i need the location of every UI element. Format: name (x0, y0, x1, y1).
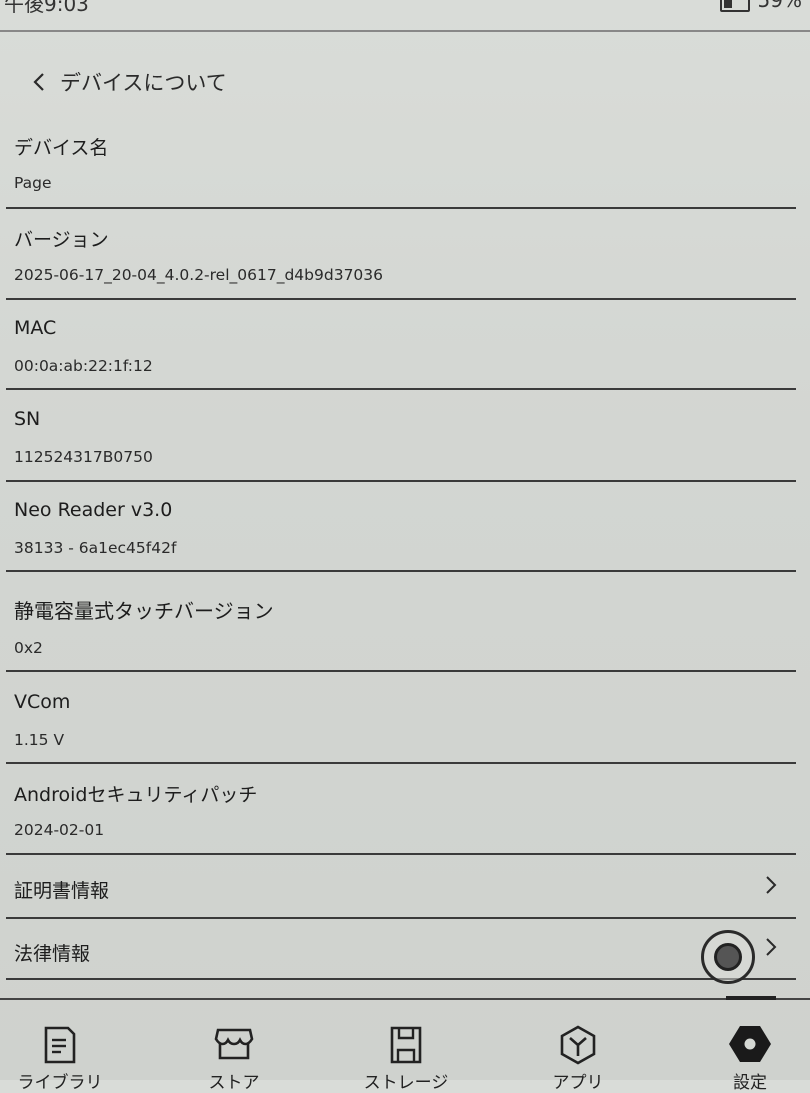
library-icon (44, 1026, 76, 1064)
divider (6, 762, 796, 764)
info-value: 0x2 (14, 639, 43, 657)
info-label: SN (14, 408, 41, 430)
page-header: デバイスについて (20, 62, 227, 102)
info-value: 2025-06-17_20-04_4.0.2-rel_0617_d4b9d370… (14, 266, 384, 284)
link-label: 法律情報 (14, 943, 91, 965)
info-label: Androidセキュリティパッチ (14, 784, 258, 806)
divider (6, 570, 796, 572)
info-row-sn: SN 112524317B0750 (0, 402, 796, 484)
info-label: Neo Reader v3.0 (14, 499, 173, 521)
info-value: 00:0a:ab:22:1f:12 (14, 357, 153, 375)
store-icon (214, 1028, 254, 1060)
info-row-vcom: VCom 1.15 V (0, 685, 796, 767)
info-row-mac: MAC 00:0a:ab:22:1f:12 (0, 311, 796, 393)
divider (6, 298, 796, 300)
info-row-version: バージョン 2025-06-17_20-04_4.0.2-rel_0617_d4… (0, 220, 796, 302)
info-value: 112524317B0750 (14, 448, 153, 466)
chevron-right-icon (766, 876, 777, 894)
chevron-right-icon (766, 938, 777, 956)
link-label: 証明書情報 (14, 880, 110, 902)
nav-library[interactable]: ライブラリ (0, 1000, 120, 1093)
page-title: デバイスについて (60, 71, 227, 95)
nav-label: 設定 (733, 1073, 767, 1093)
divider (6, 388, 796, 390)
info-row-touch-version: 静電容量式タッチバージョン 0x2 (0, 590, 796, 674)
divider (6, 917, 796, 919)
divider (6, 978, 796, 980)
divider (6, 853, 796, 855)
back-arrow-icon[interactable] (20, 63, 58, 101)
divider (6, 670, 796, 672)
nav-store[interactable]: ストア (174, 1000, 294, 1093)
battery-level: 59% (757, 0, 802, 12)
battery-status: 59% (719, 0, 802, 12)
storage-icon (390, 1026, 422, 1064)
battery-icon (719, 0, 750, 12)
info-value: 1.15 V (14, 731, 65, 749)
info-value: 38133 - 6a1ec45f42f (14, 539, 177, 557)
info-label: デバイス名 (14, 137, 109, 159)
info-value: Page (14, 174, 52, 192)
info-value: 2024-02-01 (14, 821, 105, 839)
link-row-legal[interactable]: 法律情報 (0, 924, 796, 984)
info-row-security-patch: Androidセキュリティパッチ 2024-02-01 (0, 775, 796, 859)
status-time: 午後9:03 (4, 0, 89, 16)
apps-icon (560, 1025, 596, 1065)
info-label: 静電容量式タッチバージョン (14, 599, 274, 623)
assist-dot-icon (714, 943, 742, 971)
settings-icon (729, 1026, 771, 1062)
floating-assist-button[interactable] (701, 930, 755, 984)
bottom-navigation: ライブラリ ストア ストレージ アプリ 設定 (0, 1000, 810, 1093)
nav-label: ライブラリ (17, 1073, 103, 1093)
divider (6, 207, 796, 209)
nav-settings[interactable]: 設定 (690, 1000, 810, 1093)
info-label: VCom (14, 691, 71, 713)
info-label: バージョン (14, 229, 109, 251)
nav-label: ストア (208, 1073, 260, 1093)
nav-storage[interactable]: ストレージ (346, 1000, 466, 1093)
nav-label: アプリ (552, 1073, 604, 1093)
info-label: MAC (14, 317, 57, 339)
status-divider (0, 30, 810, 32)
status-bar: 午後9:03 59% (0, 0, 810, 18)
info-row-device-name: デバイス名 Page (0, 128, 796, 210)
info-row-neo-reader: Neo Reader v3.0 38133 - 6a1ec45f42f (0, 493, 796, 575)
nav-label: ストレージ (363, 1073, 449, 1093)
divider (6, 480, 796, 482)
link-row-certificates[interactable]: 証明書情報 (0, 860, 796, 920)
nav-apps[interactable]: アプリ (518, 1000, 638, 1093)
